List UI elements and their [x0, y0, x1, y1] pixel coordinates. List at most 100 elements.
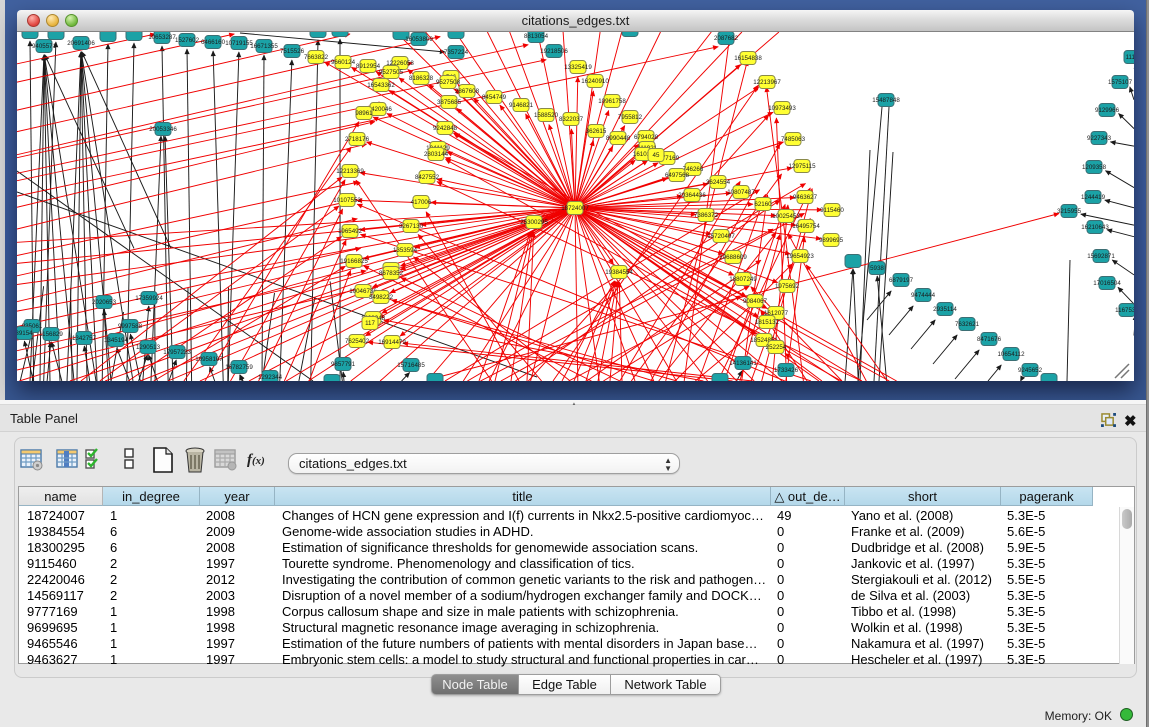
svg-text:45: 45 — [653, 152, 660, 159]
svg-text:2867608: 2867608 — [455, 88, 480, 95]
svg-text:10958107: 10958107 — [195, 356, 223, 363]
svg-text:252254: 252254 — [766, 344, 787, 351]
svg-text:9474444: 9474444 — [911, 292, 936, 299]
svg-text:7357224: 7357224 — [444, 49, 469, 56]
svg-text:8454749: 8454749 — [482, 94, 507, 101]
svg-text:10807487: 10807487 — [727, 189, 755, 196]
svg-text:8471676: 8471676 — [977, 336, 1002, 343]
svg-text:10719155: 10719155 — [225, 40, 253, 47]
svg-text:98961: 98961 — [355, 110, 373, 117]
svg-text:7386372: 7386372 — [694, 212, 719, 219]
svg-text:14136141: 14136141 — [729, 360, 757, 367]
svg-text:9227343: 9227343 — [1087, 135, 1112, 142]
svg-text:417006: 417006 — [411, 199, 432, 206]
svg-text:1244419: 1244419 — [1081, 194, 1106, 201]
svg-text:1575107: 1575107 — [1108, 79, 1133, 86]
svg-text:12213369: 12213369 — [336, 168, 364, 175]
svg-text:9084067: 9084067 — [743, 298, 768, 305]
svg-text:10688609: 10688609 — [719, 254, 747, 261]
svg-text:3267130: 3267130 — [399, 223, 424, 230]
svg-text:8427552: 8427552 — [415, 174, 440, 181]
svg-text:16782759: 16782759 — [225, 364, 253, 371]
svg-text:362615: 362615 — [586, 128, 607, 135]
svg-text:2087682: 2087682 — [714, 35, 739, 42]
svg-text:19166825: 19166825 — [340, 258, 368, 265]
svg-text:10025453: 10025453 — [772, 213, 800, 220]
svg-text:7955812: 7955812 — [618, 114, 643, 121]
svg-text:16154838: 16154838 — [734, 55, 762, 62]
svg-text:8322037: 8322037 — [559, 116, 584, 123]
svg-text:17957223: 17957223 — [163, 349, 191, 356]
svg-text:1965492: 1965492 — [338, 228, 363, 235]
svg-text:18807249: 18807249 — [729, 276, 757, 283]
svg-text:8990448: 8990448 — [606, 135, 631, 142]
svg-text:5938: 5938 — [870, 265, 884, 272]
svg-text:16210643: 16210643 — [1081, 224, 1109, 231]
svg-text:9660124: 9660124 — [331, 59, 356, 66]
svg-text:10973493: 10973493 — [768, 105, 796, 112]
svg-text:1353594: 1353594 — [393, 247, 418, 254]
svg-text:3875685: 3875685 — [437, 99, 462, 106]
svg-text:15716485: 15716485 — [397, 362, 425, 369]
svg-text:1527602: 1527602 — [175, 37, 200, 44]
svg-text:3498222: 3498222 — [369, 294, 394, 301]
svg-text:16053809: 16053809 — [405, 36, 433, 43]
svg-text:1342757: 1342757 — [72, 335, 97, 342]
svg-text:9997588: 9997588 — [118, 323, 143, 330]
svg-text:16543362: 16543362 — [367, 82, 395, 89]
svg-text:1292344: 1292344 — [258, 374, 283, 381]
svg-text:7632621: 7632621 — [955, 321, 980, 328]
svg-text:6879197: 6879197 — [889, 277, 914, 284]
svg-text:9899695: 9899695 — [819, 237, 844, 244]
svg-text:7515526: 7515526 — [280, 48, 305, 55]
svg-text:1156829: 1156829 — [39, 331, 63, 338]
svg-text:19218506: 19218506 — [540, 48, 568, 55]
svg-text:8813054: 8813054 — [524, 33, 549, 40]
svg-text:8678352: 8678352 — [379, 270, 404, 277]
svg-text:17359924: 17359924 — [135, 295, 163, 302]
svg-text:16914479: 16914479 — [378, 339, 406, 346]
svg-text:6466160: 6466160 — [201, 39, 226, 46]
svg-text:8912954: 8912954 — [356, 63, 381, 70]
svg-text:9245652: 9245652 — [1018, 367, 1043, 374]
svg-text:1345194: 1345194 — [104, 337, 129, 344]
svg-text:20053346: 20053346 — [149, 126, 177, 133]
svg-text:1588520: 1588520 — [534, 112, 559, 119]
svg-text:6497568: 6497568 — [665, 172, 690, 179]
svg-text:1167533: 1167533 — [1115, 307, 1134, 314]
svg-text:15720407: 15720407 — [707, 233, 735, 240]
svg-text:16671355: 16671355 — [250, 43, 278, 50]
svg-text:16495754: 16495754 — [792, 223, 820, 230]
svg-text:2803144: 2803144 — [424, 151, 449, 158]
svg-text:7485063: 7485063 — [781, 136, 806, 143]
svg-text:8186328: 8186328 — [409, 75, 434, 82]
svg-text:9527505: 9527505 — [379, 69, 404, 76]
svg-text:9527508: 9527508 — [436, 79, 461, 86]
svg-text:1209358: 1209358 — [1082, 164, 1107, 171]
svg-text:9405571: 9405571 — [32, 43, 57, 50]
svg-text:3624554: 3624554 — [706, 179, 731, 186]
svg-text:20364436: 20364436 — [678, 192, 706, 199]
svg-text:62160: 62160 — [754, 201, 772, 208]
svg-text:1290513: 1290513 — [136, 344, 161, 351]
svg-text:1815132: 1815132 — [755, 319, 780, 326]
svg-text:25300295: 25300295 — [520, 219, 548, 226]
svg-text:10653287: 10653287 — [148, 34, 176, 41]
svg-text:12975115: 12975115 — [788, 163, 816, 170]
svg-text:2020653: 2020653 — [92, 299, 117, 306]
svg-text:15692871: 15692871 — [1087, 253, 1115, 260]
svg-text:13325419: 13325419 — [564, 64, 592, 71]
svg-text:20691406: 20691406 — [67, 40, 95, 47]
svg-text:19654923: 19654923 — [786, 253, 814, 260]
svg-text:3215955: 3215955 — [1057, 208, 1082, 215]
svg-text:10107553: 10107553 — [333, 197, 361, 204]
svg-text:9129966: 9129966 — [1095, 107, 1120, 114]
svg-text:6794028: 6794028 — [634, 134, 659, 141]
svg-text:1117: 1117 — [1126, 54, 1134, 61]
svg-text:2718176: 2718176 — [345, 136, 370, 143]
svg-text:9857791: 9857791 — [331, 361, 356, 368]
svg-text:2935114: 2935114 — [933, 306, 957, 313]
svg-text:15487848: 15487848 — [872, 97, 900, 104]
svg-text:9115460: 9115460 — [820, 207, 844, 214]
svg-text:10654112: 10654112 — [997, 351, 1025, 358]
